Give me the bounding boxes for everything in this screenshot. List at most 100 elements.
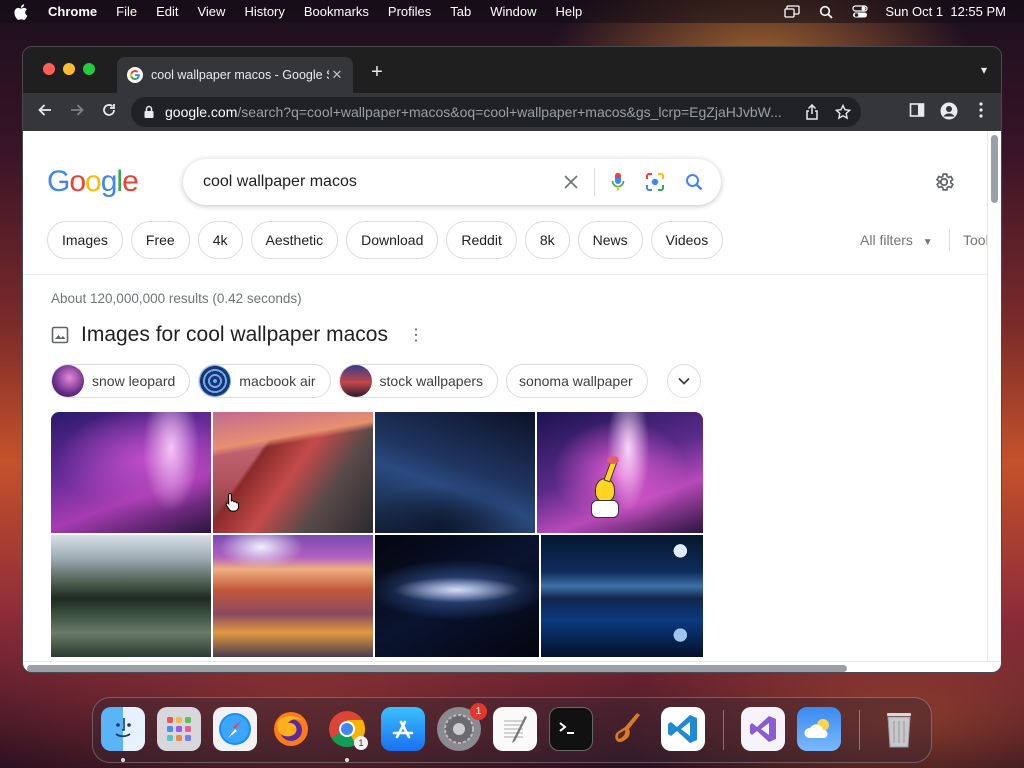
vertical-scrollbar[interactable]	[987, 131, 1001, 661]
chip-aesthetic[interactable]: Aesthetic	[250, 221, 339, 259]
image-result-galaxy[interactable]	[375, 535, 539, 657]
browser-menu-icon[interactable]	[971, 102, 991, 122]
image-result-mountain-lake[interactable]	[51, 535, 211, 657]
share-icon[interactable]	[805, 104, 819, 120]
search-input[interactable]: cool wallpaper macos	[203, 173, 564, 191]
profile-avatar-icon[interactable]	[939, 102, 959, 122]
weather-icon[interactable]	[797, 707, 841, 751]
finder-icon[interactable]	[101, 707, 145, 751]
related-chip-stock-wallpapers[interactable]: stock wallpapers	[338, 364, 499, 398]
logo-letter: G	[47, 165, 70, 198]
menu-edit[interactable]: Edit	[156, 4, 178, 19]
new-tab-button[interactable]: +	[367, 61, 387, 84]
safari-icon[interactable]	[213, 707, 257, 751]
tools-button[interactable]: Tools	[963, 232, 989, 248]
menubar-clock[interactable]: Sun Oct 1 12:55 PM	[885, 4, 1006, 19]
image-result-snow-leopard[interactable]	[51, 412, 211, 533]
menu-history[interactable]: History	[244, 4, 284, 19]
menu-profiles[interactable]: Profiles	[388, 4, 431, 19]
window-controls	[43, 63, 95, 75]
menu-tab[interactable]: Tab	[450, 4, 471, 19]
url-host: google.com	[165, 104, 238, 120]
lock-icon[interactable]	[143, 105, 155, 119]
chip-reddit[interactable]: Reddit	[446, 221, 517, 259]
menu-bookmarks[interactable]: Bookmarks	[304, 4, 369, 19]
chevron-down-icon	[678, 377, 690, 385]
image-result-homer-leopard[interactable]	[537, 412, 703, 533]
back-button[interactable]	[35, 102, 55, 122]
spotlight-search-icon[interactable]	[817, 5, 835, 19]
chip-videos[interactable]: Videos	[650, 221, 724, 259]
vscode-icon[interactable]	[661, 707, 705, 751]
horizontal-scrollbar[interactable]	[23, 661, 1001, 672]
menu-file[interactable]: File	[116, 4, 137, 19]
running-indicator	[345, 758, 349, 762]
menu-help[interactable]: Help	[556, 4, 583, 19]
search-icon[interactable]	[685, 173, 703, 191]
chip-download[interactable]: Download	[346, 221, 439, 259]
google-results-page: Google cool wallpaper macos ⋮ Images Fre…	[23, 131, 989, 661]
chip-free[interactable]: Free	[130, 221, 190, 259]
browser-tab[interactable]: cool wallpaper macos - Google Search ✕	[117, 57, 353, 93]
all-filters-button[interactable]: All filters ▼	[860, 232, 933, 248]
side-panel-icon[interactable]	[907, 102, 927, 122]
chip-4k[interactable]: 4k	[197, 221, 243, 259]
image-icon	[51, 326, 69, 344]
bookmark-star-icon[interactable]	[835, 104, 851, 120]
lens-camera-icon[interactable]	[645, 172, 665, 192]
related-chip-sonoma-wallpaper[interactable]: sonoma wallpaper	[506, 364, 648, 398]
visual-studio-icon[interactable]	[741, 707, 785, 751]
image-result-moon-lake[interactable]	[541, 535, 703, 657]
dock: 1 1	[92, 697, 932, 763]
trash-icon[interactable]	[877, 707, 921, 751]
textedit-icon[interactable]	[493, 707, 537, 751]
scrollbar-thumb[interactable]	[27, 665, 847, 672]
firefox-icon[interactable]	[269, 707, 313, 751]
chrome-window: cool wallpaper macos - Google Search ✕ +…	[22, 46, 1002, 673]
image-result-night-dunes[interactable]	[375, 412, 535, 533]
tab-strip: cool wallpaper macos - Google Search ✕ +…	[23, 47, 1001, 93]
image-result-sierra-sunset[interactable]	[213, 535, 373, 657]
screen-mirroring-icon[interactable]	[783, 5, 801, 19]
section-more-options-icon[interactable]: ⋮	[408, 325, 424, 345]
garageband-icon[interactable]	[605, 707, 649, 751]
image-result-mojave-mountain[interactable]	[213, 412, 373, 533]
launchpad-icon[interactable]	[157, 707, 201, 751]
header-divider	[23, 274, 989, 275]
chrome-window-count-badge: 1	[354, 736, 368, 750]
scrollbar-thumb[interactable]	[991, 135, 998, 203]
zoom-window-button[interactable]	[83, 63, 95, 75]
chip-news[interactable]: News	[577, 221, 643, 259]
search-filter-chips: Images Free 4k Aesthetic Download Reddit…	[47, 221, 724, 259]
dock-separator	[859, 710, 860, 750]
close-tab-icon[interactable]: ✕	[329, 67, 345, 83]
related-chip-macbook-air[interactable]: macbook air	[198, 364, 331, 398]
close-window-button[interactable]	[43, 63, 55, 75]
running-indicator	[121, 758, 125, 762]
search-box[interactable]: cool wallpaper macos	[183, 159, 721, 205]
address-bar[interactable]: google.com/search?q=cool+wallpaper+macos…	[131, 97, 861, 127]
related-chip-snow-leopard[interactable]: snow leopard	[51, 364, 191, 398]
settings-gear-icon[interactable]	[933, 171, 955, 193]
menu-view[interactable]: View	[197, 4, 225, 19]
images-section-title[interactable]: Images for cool wallpaper macos	[81, 323, 388, 347]
related-label: stock wallpapers	[379, 373, 484, 389]
tab-search-chevron-icon[interactable]: ▾	[981, 63, 987, 77]
forward-button[interactable]	[67, 102, 87, 122]
back-arrow-icon	[38, 104, 51, 116]
google-logo[interactable]: Google	[47, 165, 139, 199]
chip-8k[interactable]: 8k	[524, 221, 570, 259]
control-center-icon[interactable]	[851, 5, 869, 19]
expand-related-button[interactable]	[667, 364, 701, 398]
menu-app-name[interactable]: Chrome	[48, 4, 97, 19]
reload-icon	[103, 104, 115, 116]
menu-window[interactable]: Window	[490, 4, 536, 19]
apple-icon[interactable]	[14, 3, 28, 20]
voice-search-icon[interactable]	[611, 172, 625, 192]
minimize-window-button[interactable]	[63, 63, 75, 75]
terminal-icon[interactable]	[549, 707, 593, 751]
clear-search-icon[interactable]	[564, 175, 578, 189]
chip-images[interactable]: Images	[47, 221, 123, 259]
reload-button[interactable]	[99, 102, 119, 122]
app-store-icon[interactable]	[381, 707, 425, 751]
